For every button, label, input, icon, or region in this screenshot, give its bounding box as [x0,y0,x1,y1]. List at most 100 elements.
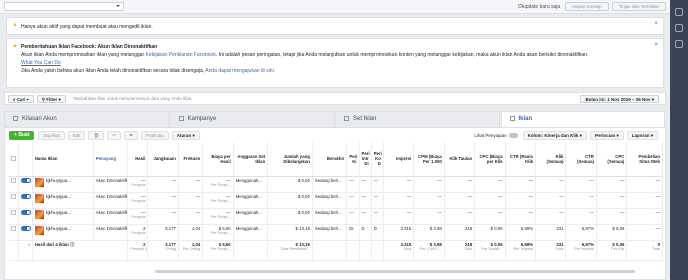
on-off-switch[interactable] [20,225,31,231]
edit-button[interactable]: Edit [67,130,86,140]
reports-button[interactable]: Laporan ▾ [626,130,658,140]
col-page-likes[interactable]: Peri Ki [346,142,360,177]
cell-hasil: — Prospek [127,176,149,193]
col-clicks-all[interactable]: Klik (Semua) [535,142,567,177]
search-button[interactable]: ⌕ Cari ▾ [8,94,34,103]
preview-button[interactable]: Pratinjau [141,130,169,140]
on-off-switch[interactable] [20,177,31,183]
col-ad-name[interactable]: Nama Iklan [32,142,94,177]
col-ctr[interactable]: CTR (Rasio Klik [505,142,537,177]
create-button[interactable]: + Buat [9,130,35,140]
cell-impr: — [383,176,415,193]
col-post-engagement[interactable]: Peri Intr Di [359,142,372,177]
horizontal-scrollbar[interactable] [155,270,635,273]
tag-button[interactable]: ⚑ [123,130,139,140]
cell-value: — [361,177,366,183]
right-rail [670,0,688,280]
ad-name-cell[interactable]: kjkhiuytgua... [32,208,94,225]
cell-value: — [373,193,378,199]
row-checkbox[interactable] [9,224,19,241]
row-checkbox[interactable] [9,192,19,209]
ad-name-cell[interactable]: kjkhiuytgua... [32,224,94,241]
table-row[interactable]: kjkhiuytgua... Akun Dinonaktifkan — Prospek… [9,192,663,209]
col-cpc-all[interactable]: CPC (Semua) [596,142,628,177]
col-impressions[interactable]: Impresi [383,142,415,177]
policy-link[interactable]: Kebijakan Periklanan Facebook [146,52,216,58]
table-row[interactable]: kjkhiuytgua...Akun Dinonaktifkan2Prospek… [9,224,663,241]
filter-button[interactable]: ⚲ Filter ▾ [36,94,66,103]
filter-hint[interactable]: Tambahkan filter untuk mempersempit data… [73,96,581,101]
col-amount-spent[interactable]: Jumlah yang Dibelanjakan [267,142,313,177]
row-toggle[interactable] [18,208,33,225]
what-you-can-do-link[interactable]: What You Can Do [21,59,655,67]
tab-account-overview[interactable]: Kilasan Akun [4,111,169,128]
row-toggle[interactable] [18,192,33,209]
notification-icon[interactable] [675,24,683,32]
banner-footer: Jika Anda yakin bahwa akun iklan Anda te… [21,68,206,74]
appeal-link[interactable]: Anda dapat mengajukan di sini. [205,68,275,74]
cell-ctr_all: — [565,208,597,225]
ad-name[interactable]: kjkhiuytgua... [46,194,71,199]
summary-cell: 231 Total [535,240,567,261]
cell-value: Sedang berl... [314,177,342,183]
col-ctr-all[interactable]: CTR (Semua) [565,142,597,177]
col-delivery[interactable]: Penayang [93,142,129,177]
tab-campaigns[interactable]: Kampanye [169,111,334,128]
close-icon[interactable]: × [654,42,658,48]
view-setup-toggle[interactable] [508,132,518,138]
on-off-switch[interactable] [20,209,31,215]
select-all-checkbox[interactable] [9,142,19,177]
duplicate-button[interactable]: Duplikat [38,130,65,140]
row-checkbox[interactable] [9,176,19,193]
cell-value: — [171,209,176,215]
col-cpc[interactable]: CPC (Biaya per Klik [474,142,506,177]
col-adset-budget[interactable]: Anggaran Set Iklan [233,142,269,177]
table-row[interactable]: kjkhiuytgua...Akun Dinonaktifkan—Prospek… [9,176,663,193]
col-results[interactable]: Hasil [127,142,149,177]
col-cpm[interactable]: CPM (Biaya Per 1.000 [413,142,445,177]
chart-icon[interactable] [675,8,683,16]
date-range-label: Bulan ini: 1 Nov 2019 – 26 Nov [585,96,651,102]
col-ends[interactable]: Berakhir [312,142,348,177]
ad-name-cell[interactable]: kjkhiuytgua... [32,176,94,193]
tab-ads[interactable]: Iklan [500,111,665,128]
ad-name-cell[interactable]: kjkhiuytgua... [32,192,94,209]
col-cost-per-result[interactable]: Biaya per Hasil [202,142,234,177]
row-toggle[interactable] [18,176,33,193]
expand-icon[interactable]: › [18,240,33,261]
col-purchases[interactable]: Pembelian Situs Web [626,142,663,177]
undo-button[interactable]: ↶ [107,130,121,140]
cell-subvalue: Prospek [131,198,146,203]
ad-name[interactable]: kjkhiuytgua... [46,210,71,215]
row-checkbox[interactable] [9,208,19,225]
summary-spacer [9,240,19,261]
account-selector[interactable] [4,2,124,11]
tab-ad-sets[interactable]: Set Iklan [335,111,500,128]
ad-name[interactable]: kjkhiuytgua... [46,226,71,231]
row-toggle[interactable] [18,224,33,241]
breakdown-button[interactable]: Perincian ▾ [589,130,624,140]
columns-button[interactable]: Kolom: Kinerja dan Klik ▾ [522,130,587,140]
close-icon[interactable]: × [654,21,658,27]
cell-value: Sedang berl... [314,225,342,231]
grid-icon [344,116,349,121]
cell-ctr: — [505,192,537,209]
rules-button[interactable]: Aturan ▾ [171,130,200,140]
col-frequency[interactable]: Frekuen [178,142,204,177]
col-post-comments[interactable]: Peri Ko D [371,142,384,177]
cell-clicks: — [444,208,476,225]
discard-drafts-button[interactable]: Hapus Konsep [565,2,609,11]
cell-pub: Akun Dinonaktifkan [93,192,129,209]
on-off-switch[interactable] [20,193,31,199]
ad-thumbnail [34,209,44,219]
col-reach[interactable]: Jangkauan [147,142,179,177]
date-range-picker[interactable]: Bulan ini: 1 Nov 2019 – 26 Nov ▾ [580,94,659,103]
review-publish-button[interactable]: Tinjau dan Terbitkan [611,2,666,11]
info-icon[interactable]: ⓘ [70,242,74,247]
help-icon[interactable] [675,40,683,48]
ad-name[interactable]: kjkhiuytgua... [46,178,71,183]
table-row[interactable]: kjkhiuytgua...Akun Dinonaktifkan—Prospek… [9,208,663,225]
cell-cpm: $ 3,98 [413,224,445,241]
col-link-clicks[interactable]: Klik Tautan [444,142,476,177]
delete-button[interactable]: 🗑 [88,130,105,140]
